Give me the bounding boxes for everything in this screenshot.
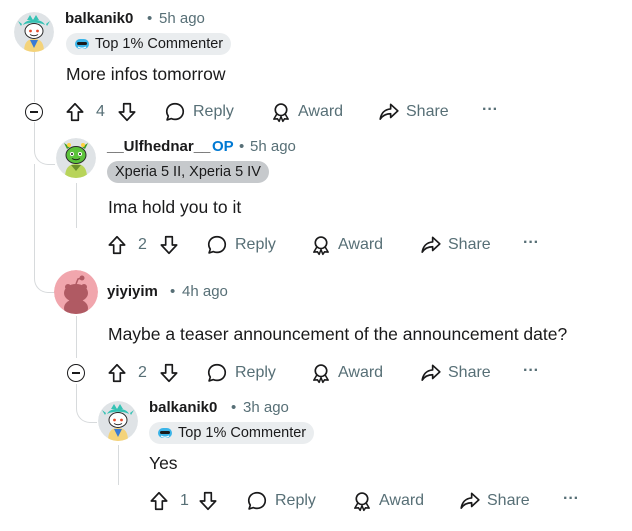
upvote-icon — [106, 362, 128, 384]
top-commenter-icon — [74, 37, 90, 51]
share-button[interactable]: Share — [459, 490, 530, 512]
award-button[interactable]: Award — [351, 490, 424, 512]
separator: • — [239, 138, 245, 155]
reply-label: Reply — [275, 492, 316, 509]
comment-body: Ima hold you to it — [108, 197, 242, 217]
timestamp[interactable]: 5h ago — [159, 10, 205, 27]
upvote-button[interactable] — [106, 362, 128, 384]
upvote-icon — [64, 101, 86, 123]
share-label: Share — [487, 492, 530, 509]
more-icon[interactable]: ··· — [523, 362, 539, 380]
avatar[interactable] — [98, 401, 138, 441]
award-button[interactable]: Award — [310, 362, 383, 384]
flair-text: Xperia 5 II, Xperia 5 IV — [115, 164, 261, 180]
username[interactable]: balkanik0 — [149, 399, 217, 416]
reply-button[interactable]: Reply — [206, 362, 276, 384]
username[interactable]: __Ulfhednar__ — [107, 138, 210, 155]
upvote-button[interactable] — [148, 490, 170, 512]
flair-text: Top 1% Commenter — [178, 425, 307, 441]
thread-curve-balk2 — [76, 384, 97, 423]
more-icon[interactable]: ··· — [523, 234, 539, 252]
user-flair: Top 1% Commenter — [66, 33, 232, 55]
separator: • — [170, 283, 176, 300]
award-icon — [270, 101, 292, 123]
collapse-icon[interactable] — [25, 103, 43, 121]
op-badge: OP — [212, 138, 234, 155]
comment-body: More infos tomorrow — [66, 64, 226, 84]
flair-text: Top 1% Commenter — [95, 36, 224, 52]
thread-curve-ulf — [34, 122, 55, 165]
thread-line-root-2 — [34, 164, 35, 264]
share-button[interactable]: Share — [378, 101, 449, 123]
share-icon — [459, 490, 481, 512]
collapse-icon[interactable] — [67, 364, 85, 382]
award-button[interactable]: Award — [310, 234, 383, 256]
user-flair: Xperia 5 II, Xperia 5 IV — [107, 161, 269, 183]
share-button[interactable]: Share — [420, 362, 491, 384]
vote-count: 4 — [96, 103, 105, 120]
downvote-button[interactable] — [158, 234, 180, 256]
reply-button[interactable]: Reply — [246, 490, 316, 512]
reply-icon — [206, 362, 228, 384]
timestamp[interactable]: 4h ago — [182, 283, 228, 300]
reply-icon — [246, 490, 268, 512]
thread-line-yiyi — [76, 316, 77, 358]
reply-button[interactable]: Reply — [206, 234, 276, 256]
separator: • — [147, 10, 153, 27]
award-label: Award — [338, 364, 384, 381]
award-icon — [351, 490, 373, 512]
user-flair: Top 1% Commenter — [149, 422, 315, 444]
reply-label: Reply — [235, 236, 276, 253]
timestamp[interactable]: 3h ago — [243, 399, 289, 416]
avatar[interactable] — [56, 138, 96, 178]
share-icon — [420, 234, 442, 256]
downvote-icon — [116, 101, 138, 123]
username[interactable]: yiyiyim — [107, 283, 158, 300]
more-icon[interactable]: ··· — [482, 101, 498, 119]
award-button[interactable]: Award — [270, 101, 343, 123]
downvote-button[interactable] — [116, 101, 138, 123]
share-label: Share — [448, 364, 491, 381]
share-icon — [420, 362, 442, 384]
upvote-button[interactable] — [106, 234, 128, 256]
reply-label: Reply — [235, 364, 276, 381]
separator: • — [231, 399, 237, 416]
award-icon — [310, 234, 332, 256]
vote-count: 2 — [138, 236, 147, 253]
award-label: Award — [379, 492, 425, 509]
downvote-button[interactable] — [158, 362, 180, 384]
share-label: Share — [448, 236, 491, 253]
share-label: Share — [406, 103, 449, 120]
award-icon — [310, 362, 332, 384]
comment-body: Maybe a teaser announcement of the annou… — [108, 324, 568, 344]
downvote-icon — [197, 490, 219, 512]
top-commenter-icon — [157, 426, 173, 440]
reply-icon — [206, 234, 228, 256]
avatar[interactable] — [14, 12, 54, 52]
thread-line-ulf — [76, 183, 77, 228]
downvote-icon — [158, 234, 180, 256]
reply-button[interactable]: Reply — [164, 101, 234, 123]
timestamp[interactable]: 5h ago — [250, 138, 296, 155]
upvote-button[interactable] — [64, 101, 86, 123]
upvote-icon — [106, 234, 128, 256]
award-label: Award — [298, 103, 344, 120]
more-icon[interactable]: ··· — [563, 490, 579, 508]
reply-label: Reply — [193, 103, 234, 120]
avatar[interactable] — [54, 270, 98, 314]
thread-line-root — [34, 52, 35, 102]
award-label: Award — [338, 236, 384, 253]
downvote-button[interactable] — [197, 490, 219, 512]
comment-body: Yes — [149, 453, 178, 473]
username[interactable]: balkanik0 — [65, 10, 133, 27]
vote-count: 1 — [180, 492, 189, 509]
vote-count: 2 — [138, 364, 147, 381]
share-button[interactable]: Share — [420, 234, 491, 256]
thread-line-balk2 — [118, 445, 119, 485]
downvote-icon — [158, 362, 180, 384]
upvote-icon — [148, 490, 170, 512]
thread-curve-yiyi — [34, 262, 55, 293]
share-icon — [378, 101, 400, 123]
reply-icon — [164, 101, 186, 123]
